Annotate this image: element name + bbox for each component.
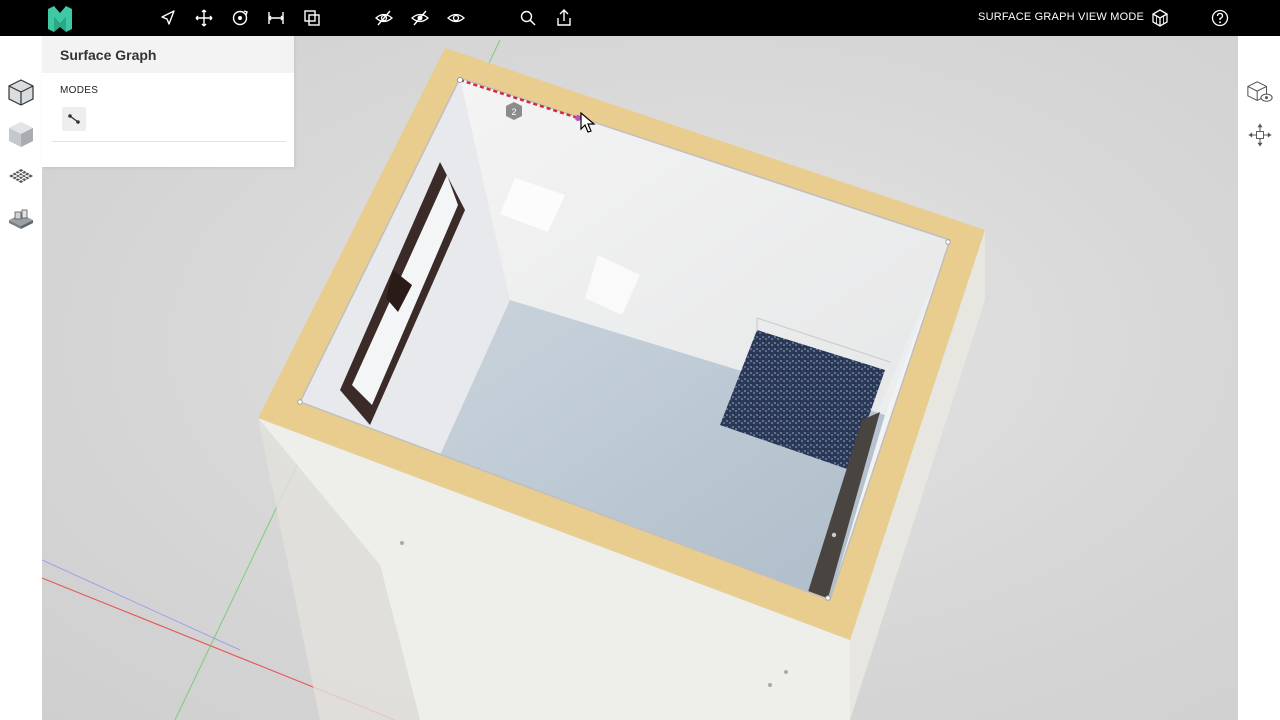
help-icon[interactable] [1210,8,1230,28]
modes-section-label: MODES [60,85,99,96]
share-icon[interactable] [554,8,574,28]
cube-solid-icon[interactable] [4,117,38,151]
right-tool-rail [1238,36,1280,720]
rotate-icon[interactable] [230,8,250,28]
cube-visibility-icon[interactable] [1245,78,1275,108]
mouse-cursor-icon [580,112,596,133]
search-icon[interactable] [518,8,538,28]
measure-icon[interactable] [266,8,286,28]
view-mode-label: SURFACE GRAPH VIEW MODE [978,11,1144,23]
edge-tool-button[interactable] [62,107,86,131]
cube-wireframe-icon[interactable] [1150,8,1170,28]
panel-title: Surface Graph [60,46,157,63]
grid-plane-icon[interactable] [4,159,38,193]
transform-gizmo-icon[interactable] [1245,120,1275,150]
surface-graph-panel: Surface Graph MODES [42,36,294,167]
hide-icon[interactable] [374,8,394,28]
view-icon[interactable] [446,8,466,28]
panel-divider [52,141,286,142]
svg-text:2: 2 [511,107,516,117]
hide-all-icon[interactable] [410,8,430,28]
left-tool-rail [0,36,42,720]
panel-header: Surface Graph [42,36,294,73]
edge-vertex [457,77,463,83]
transform-icon[interactable] [302,8,322,28]
z-axis-line [42,559,241,651]
matterport-logo-icon[interactable] [46,5,74,32]
objects-icon[interactable] [4,201,38,235]
move-icon[interactable] [194,8,214,28]
navigate-icon[interactable] [158,8,178,28]
edge-tool-icon [68,114,80,124]
cube-outline-icon[interactable] [4,75,38,109]
top-toolbar: SURFACE GRAPH VIEW MODE [0,0,1280,36]
